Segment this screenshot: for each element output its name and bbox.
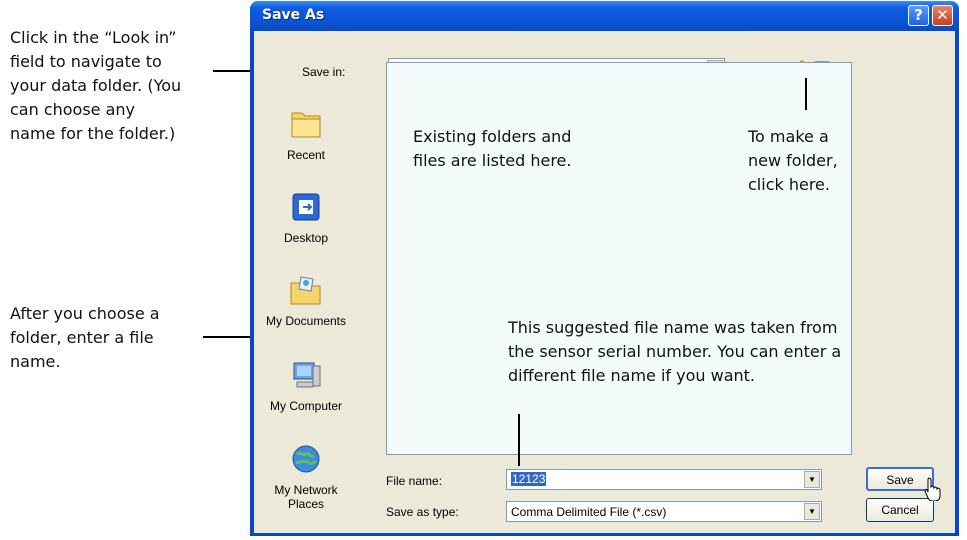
place-recent[interactable]: Recent [255, 107, 357, 162]
annotation-line: field to navigate to [10, 52, 162, 71]
close-button[interactable]: ✕ [932, 5, 953, 26]
place-my-computer[interactable]: My Computer [255, 358, 357, 413]
dialog-title: Save As [262, 7, 325, 23]
recent-icon [291, 112, 321, 138]
cursor-icon [924, 477, 941, 501]
place-my-documents[interactable]: My Documents [255, 273, 357, 328]
annotation-line: can choose any [10, 100, 136, 119]
place-my-network[interactable]: My Network Places [255, 442, 357, 511]
chevron-down-icon[interactable]: ▼ [804, 471, 820, 488]
annotation-file-name: After you choose a folder, enter a file … [10, 302, 160, 374]
annotation-line: This suggested file name was taken from [508, 318, 838, 337]
desktop-icon [292, 193, 320, 221]
cancel-button[interactable]: Cancel [866, 498, 934, 522]
save-as-type-dropdown[interactable]: Comma Delimited File (*.csv) ▼ [506, 501, 822, 522]
annotation-line: your data folder. (You [10, 76, 182, 95]
callout-line-file-name-field [518, 414, 520, 466]
places-bar: Recent Desktop My Documents My Computer … [255, 61, 357, 531]
place-label: My Documents [265, 314, 347, 328]
annotation-line: To make a [748, 127, 829, 146]
annotation-line: click here. [748, 175, 830, 194]
annotation-line: name. [10, 352, 61, 371]
my-documents-icon [290, 276, 321, 305]
file-name-value: 12123 [511, 472, 547, 486]
place-label: My Network Places [274, 483, 338, 511]
annotation-line: Click in the “Look in” [10, 28, 177, 47]
save-as-type-label: Save as type: [386, 505, 459, 519]
annotation-line: the sensor serial number. You can enter … [508, 342, 842, 361]
title-bar[interactable]: Save As ? ✕ [250, 1, 959, 31]
annotation-line: folder, enter a file [10, 328, 154, 347]
network-places-icon [292, 445, 320, 473]
place-label: My Computer [269, 399, 343, 413]
callout-line-new-folder [805, 78, 807, 110]
annotation-line: Existing folders and [413, 127, 572, 146]
annotation-line: After you choose a [10, 304, 160, 323]
annotation-suggested-name: This suggested file name was taken from … [508, 316, 841, 388]
chevron-down-icon[interactable]: ▼ [804, 503, 820, 520]
annotation-line: files are listed here. [413, 151, 572, 170]
annotation-file-list: Existing folders and files are listed he… [413, 125, 571, 173]
place-label: Desktop [283, 231, 329, 245]
annotation-line: new folder, [748, 151, 838, 170]
file-name-field[interactable]: 12123 ▼ [506, 469, 822, 490]
file-name-label: File name: [386, 474, 443, 488]
annotation-look-in: Click in the “Look in” field to navigate… [10, 26, 181, 146]
save-as-type-value: Comma Delimited File (*.csv) [511, 505, 667, 519]
annotation-line: name for the folder.) [10, 124, 176, 143]
annotation-new-folder: To make a new folder, click here. [748, 125, 838, 197]
help-button[interactable]: ? [908, 5, 929, 26]
file-list[interactable] [386, 62, 852, 455]
place-label: Recent [286, 148, 326, 162]
dialog-body: Save in: minilogger-data ▼ [254, 31, 955, 533]
place-desktop[interactable]: Desktop [255, 190, 357, 245]
my-computer-icon [293, 362, 321, 388]
annotation-line: different file name if you want. [508, 366, 755, 385]
save-as-dialog: Save As ? ✕ Save in: minilogger-data ▼ [250, 1, 959, 536]
